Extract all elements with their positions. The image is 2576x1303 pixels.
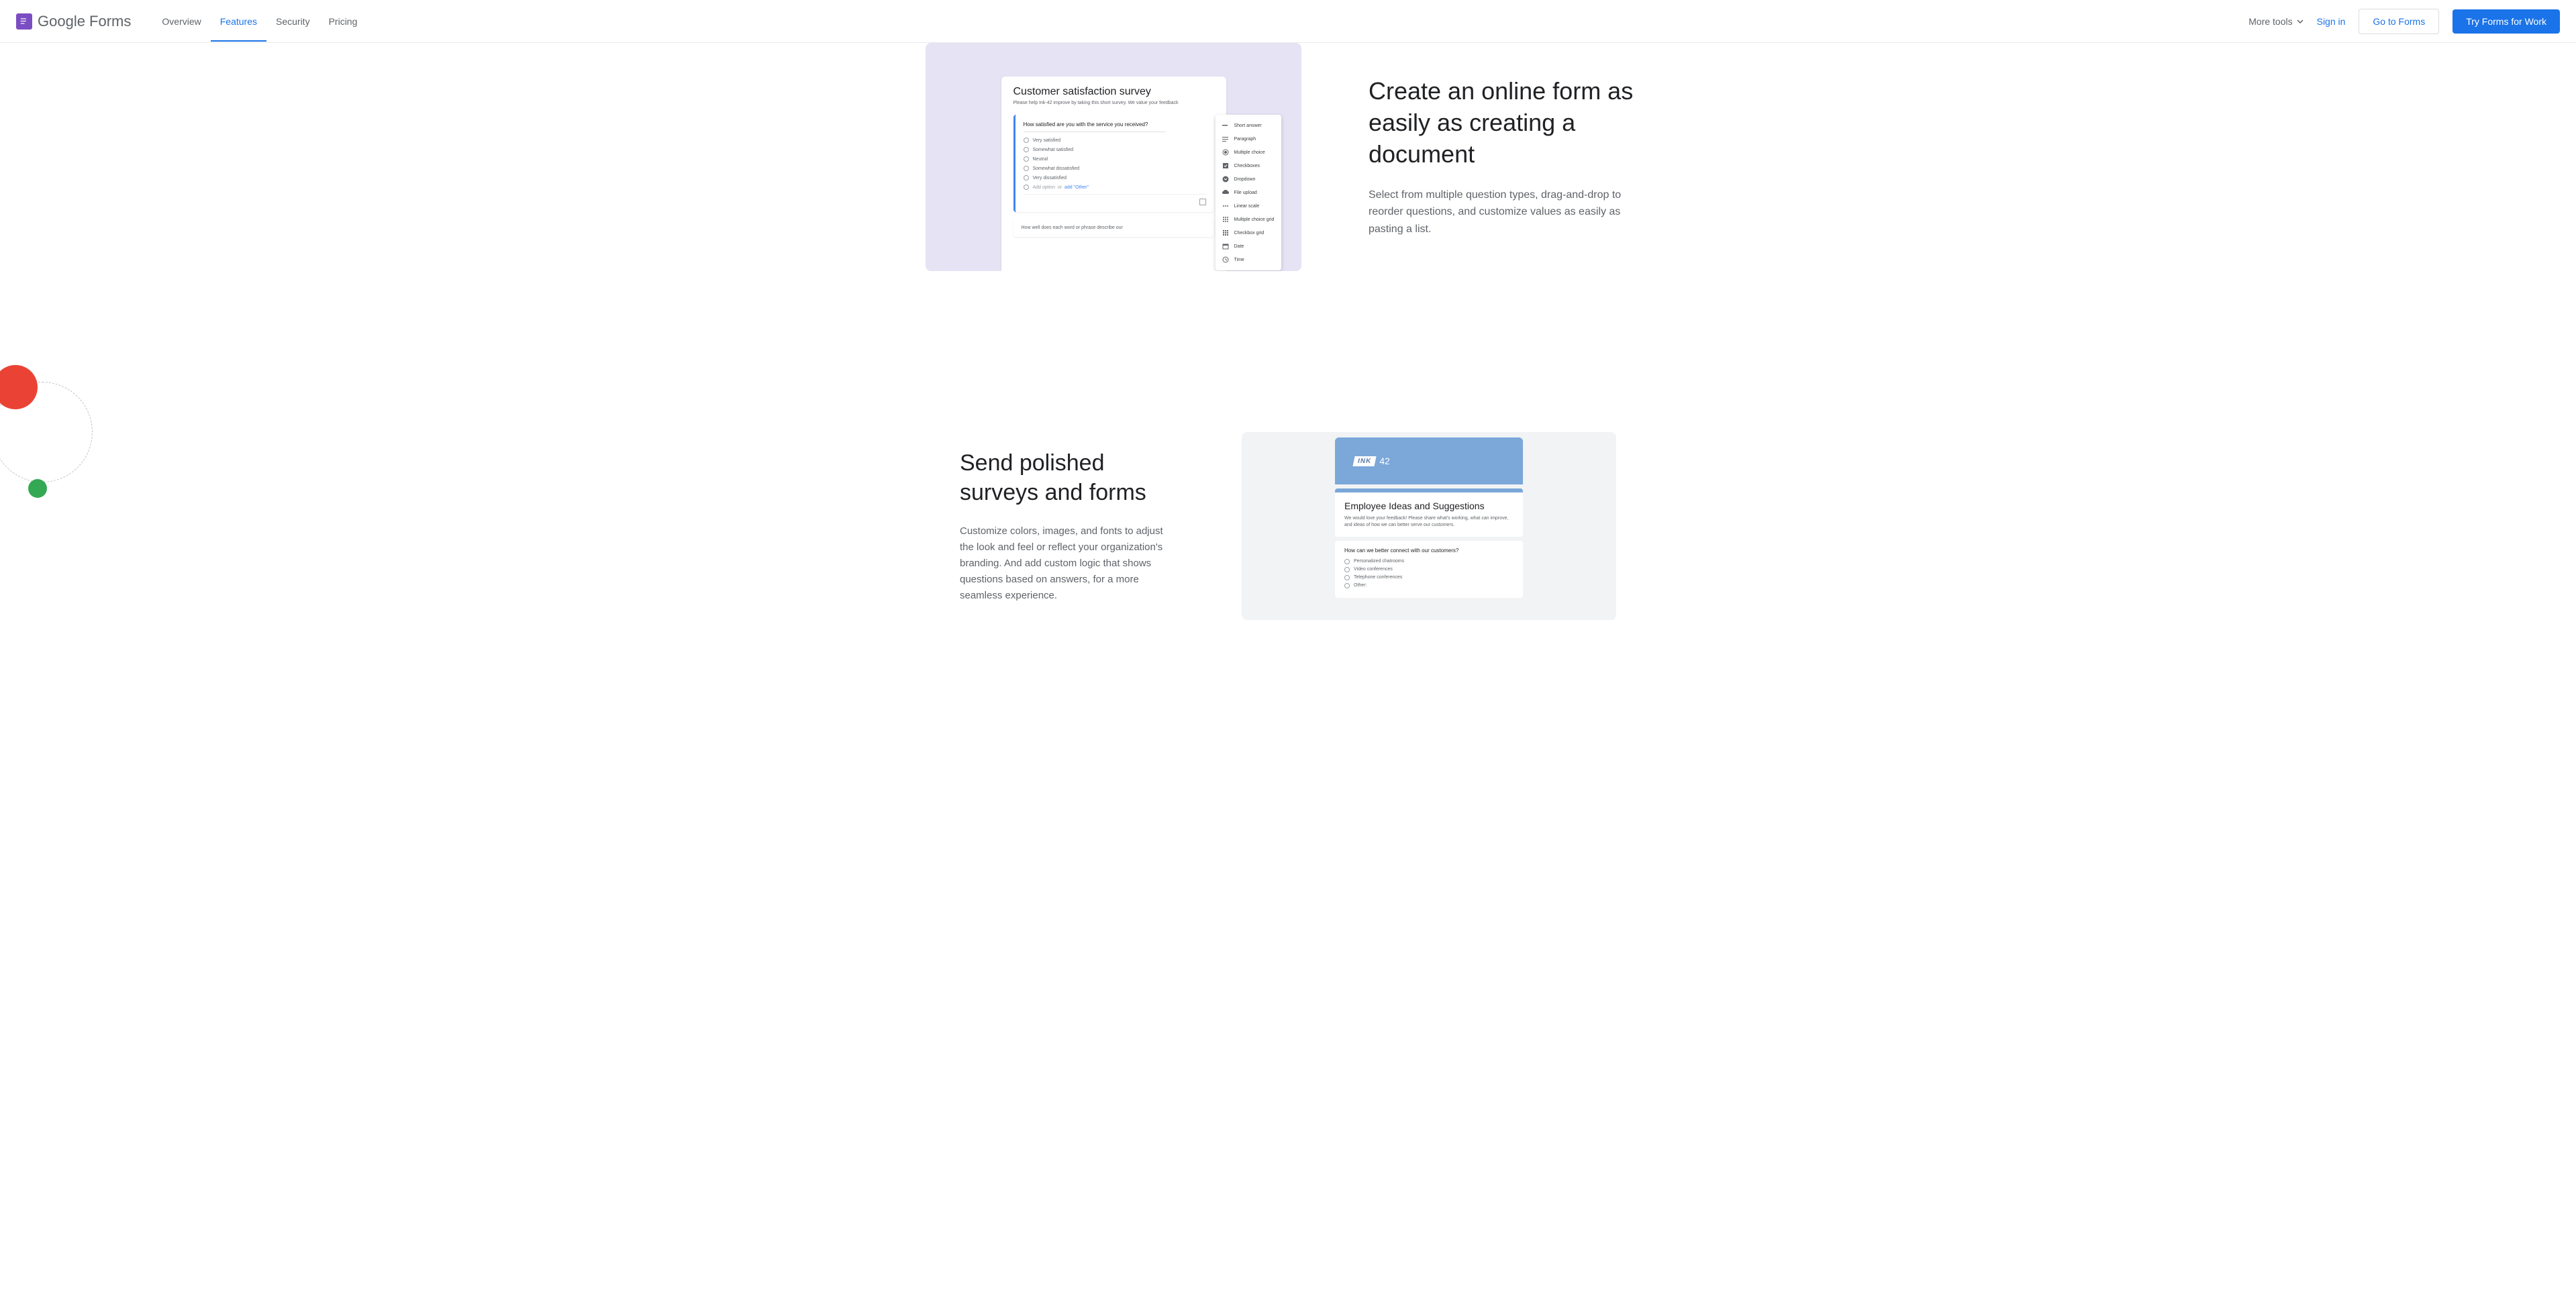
nav-security[interactable]: Security [266,1,319,42]
dropdown-item-dropdown: Dropdown [1216,172,1281,186]
mock-form-desc: We would love your feedback! Please shar… [1344,515,1514,529]
ink-text: INK [1352,456,1376,466]
radio-icon [1024,185,1029,190]
nav-features[interactable]: Features [211,1,266,42]
radio-icon [1344,583,1350,588]
radio-icon [1024,138,1029,143]
mock-question-text: How can we better connect with our custo… [1344,548,1514,554]
mock-form-editor: Customer satisfaction survey Please help… [1001,76,1226,271]
dropdown-item-linear-scale: Linear scale [1216,199,1281,213]
radio-icon [1344,567,1350,572]
dropdown-item-multiple-choice-grid: Multiple choice grid [1216,213,1281,226]
radio-icon [1024,175,1029,180]
mock-option: Somewhat dissatisfied [1024,166,1206,171]
checkbox-grid-icon [1222,229,1229,236]
feature-illustration-create: Customer satisfaction survey Please help… [926,43,1301,271]
feature-section-polished: Send polished surveys and forms Customiz… [0,311,2576,620]
grid-icon [1222,216,1229,223]
feature-section-create: Customer satisfaction survey Please help… [0,43,2576,311]
nav-pricing[interactable]: Pricing [319,1,367,42]
linear-scale-icon [1222,203,1229,209]
primary-nav: Overview Features Security Pricing [152,1,366,42]
feature-body: Select from multiple question types, dra… [1369,187,1650,238]
logo[interactable]: Google Forms [16,13,131,30]
mock-question-card: How can we better connect with our custo… [1335,541,1523,598]
mock-option: Video conferences [1344,567,1514,572]
mock-option: Personalized chatrooms [1344,559,1514,564]
radio-icon [1024,166,1029,171]
google-forms-icon [16,13,32,30]
mock-question-card-2: How well does each word or phrase descri… [1013,219,1214,237]
radio-icon [1024,156,1029,162]
short-answer-icon [1222,122,1229,129]
num42-text: 42 [1379,456,1390,466]
dropdown-item-checkboxes: Checkboxes [1216,159,1281,172]
calendar-icon [1222,243,1229,250]
cloud-upload-icon [1222,189,1229,196]
mock-option: Somewhat satisfied [1024,147,1206,152]
feature-illustration-polished: INK 42 Employee Ideas and Suggestions We… [1242,432,1616,620]
radio-icon [1344,559,1350,564]
copy-icon [1199,199,1206,205]
checkbox-icon [1222,162,1229,169]
header-actions: More tools Sign in Go to Forms Try Forms… [2248,9,2560,34]
feature-heading: Send polished surveys and forms [960,448,1175,507]
chevron-down-icon [2297,16,2303,27]
clock-icon [1222,256,1229,263]
dropdown-icon [1222,176,1229,183]
mock-question-card: How satisfied are you with the service y… [1013,115,1214,212]
feature-heading: Create an online form as easily as creat… [1369,76,1650,170]
radio-button-icon [1222,149,1229,156]
mock-question-footer [1024,194,1206,205]
dropdown-item-time: Time [1216,253,1281,266]
more-tools-label: More tools [2248,16,2292,27]
mock-form-title: Customer satisfaction survey [1013,86,1214,98]
radio-icon [1344,575,1350,580]
mock-form-desc: Please help Ink-42 improve by taking thi… [1013,101,1214,105]
mock-form-title: Employee Ideas and Suggestions [1344,501,1514,511]
question-type-dropdown: Short answer Paragraph Multiple choice C… [1216,115,1281,270]
more-tools-dropdown[interactable]: More tools [2248,16,2303,27]
mock-add-option: Add option or add "Other" [1024,185,1206,190]
mock-option: Neutral [1024,156,1206,162]
dropdown-item-paragraph: Paragraph [1216,132,1281,146]
feature-text-create: Create an online form as easily as creat… [1369,76,1650,238]
dropdown-item-short-answer: Short answer [1216,119,1281,132]
feature-body: Customize colors, images, and fonts to a… [960,523,1175,604]
mock-form-header-card: Employee Ideas and Suggestions We would … [1335,488,1523,537]
go-to-forms-button[interactable]: Go to Forms [2359,9,2439,34]
mock-option: Other: [1344,583,1514,588]
signin-link[interactable]: Sign in [2317,16,2346,27]
try-forms-for-work-button[interactable]: Try Forms for Work [2453,9,2560,34]
dropdown-item-checkbox-grid: Checkbox grid [1216,226,1281,240]
feature-text-polished: Send polished surveys and forms Customiz… [960,448,1175,604]
dropdown-item-file-upload: File upload [1216,186,1281,199]
mock-option: Telephone conferences [1344,575,1514,580]
mock-branded-form: INK 42 Employee Ideas and Suggestions We… [1335,437,1523,620]
logo-text: Google Forms [38,13,131,30]
nav-overview[interactable]: Overview [152,1,210,42]
paragraph-icon [1222,136,1229,142]
radio-icon [1024,147,1029,152]
mock-option: Very dissatisfied [1024,175,1206,180]
mock-question-text: How satisfied are you with the service y… [1024,121,1166,132]
site-header: Google Forms Overview Features Security … [0,0,2576,43]
mock-option: Very satisfied [1024,138,1206,143]
dropdown-item-date: Date [1216,240,1281,253]
mock-brand-logo: INK 42 [1354,456,1390,466]
mock-banner: INK 42 [1335,437,1523,484]
dropdown-item-multiple-choice: Multiple choice [1216,146,1281,159]
